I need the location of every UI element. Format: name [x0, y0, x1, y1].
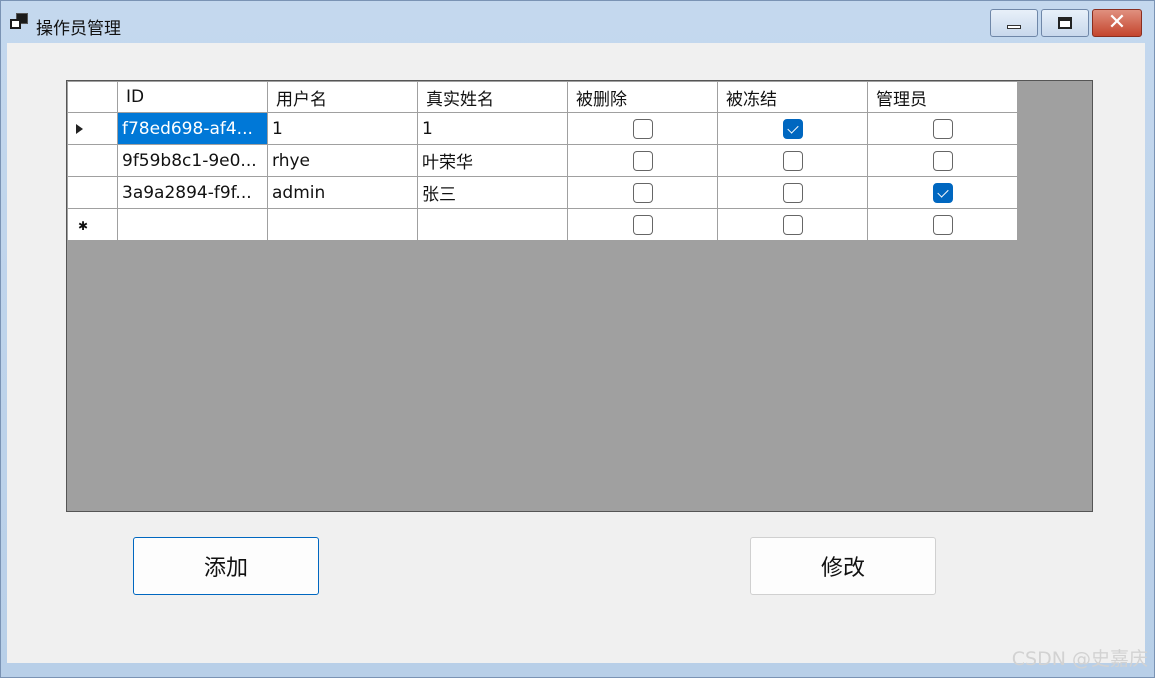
column-header-deleted[interactable]: 被删除	[567, 81, 718, 113]
admin-cell	[867, 208, 1018, 241]
username-cell[interactable]: 1	[267, 112, 418, 145]
column-header-admin[interactable]: 管理员	[867, 81, 1018, 113]
admin-cell	[867, 176, 1018, 209]
realname-cell[interactable]	[417, 208, 568, 241]
realname-cell[interactable]: 张三	[417, 176, 568, 209]
deleted-checkbox[interactable]	[632, 182, 653, 203]
admin-cell	[867, 144, 1018, 177]
row-header[interactable]: ✱	[67, 208, 118, 241]
id-cell[interactable]: f78ed698-af4...	[117, 112, 268, 145]
username-cell[interactable]: rhye	[267, 144, 418, 177]
title-bar[interactable]: 操作员管理 ✕	[1, 1, 1154, 43]
deleted-cell	[567, 112, 718, 145]
admin-checkbox[interactable]	[932, 182, 953, 203]
grid-body: f78ed698-af4... 1 1 9f59b8c1-9e0... rhye 叶荣华 3…	[67, 112, 1018, 241]
admin-checkbox[interactable]	[932, 150, 953, 171]
frozen-checkbox[interactable]	[782, 182, 803, 203]
column-header-id[interactable]: ID	[117, 81, 268, 113]
grid-table: ID 用户名 真实姓名 被删除 被冻结 管理员 f78ed698-af4... 1…	[67, 81, 1018, 241]
frozen-cell	[717, 112, 868, 145]
id-cell[interactable]: 9f59b8c1-9e0...	[117, 144, 268, 177]
deleted-checkbox[interactable]	[632, 118, 653, 139]
realname-cell[interactable]: 1	[417, 112, 568, 145]
admin-cell	[867, 112, 1018, 145]
close-icon: ✕	[1107, 10, 1127, 35]
frozen-checkbox[interactable]	[782, 150, 803, 171]
column-header-username[interactable]: 用户名	[267, 81, 418, 113]
edit-button[interactable]: 修改	[750, 537, 936, 595]
table-row[interactable]: f78ed698-af4... 1 1	[67, 112, 1018, 145]
frozen-cell	[717, 176, 868, 209]
table-row[interactable]: ✱	[67, 208, 1018, 241]
window-title: 操作员管理	[36, 19, 121, 39]
close-button[interactable]: ✕	[1092, 9, 1142, 37]
id-cell[interactable]	[117, 208, 268, 241]
form-client-area: ID 用户名 真实姓名 被删除 被冻结 管理员 f78ed698-af4... 1…	[7, 43, 1145, 663]
column-header-realname[interactable]: 真实姓名	[417, 81, 568, 113]
frozen-checkbox[interactable]	[782, 214, 803, 235]
username-cell[interactable]: admin	[267, 176, 418, 209]
frozen-cell	[717, 144, 868, 177]
minimize-icon	[1007, 25, 1021, 29]
deleted-cell	[567, 208, 718, 241]
admin-checkbox[interactable]	[932, 118, 953, 139]
table-row[interactable]: 3a9a2894-f9f... admin 张三	[67, 176, 1018, 209]
row-header[interactable]	[67, 112, 118, 145]
operator-data-grid[interactable]: ID 用户名 真实姓名 被删除 被冻结 管理员 f78ed698-af4... 1…	[66, 80, 1093, 512]
table-row[interactable]: 9f59b8c1-9e0... rhye 叶荣华	[67, 144, 1018, 177]
add-button[interactable]: 添加	[133, 537, 319, 595]
current-row-arrow-icon	[76, 123, 83, 134]
deleted-cell	[567, 144, 718, 177]
frozen-cell	[717, 208, 868, 241]
minimize-button[interactable]	[990, 9, 1038, 37]
row-header-corner[interactable]	[67, 81, 118, 113]
operator-management-window: 操作员管理 ✕ ID 用户名 真实姓名 被删除 被冻结 管理员 f78ed698…	[0, 0, 1155, 678]
maximize-button[interactable]	[1041, 9, 1089, 37]
frozen-checkbox[interactable]	[782, 118, 803, 139]
admin-checkbox[interactable]	[932, 214, 953, 235]
new-row-star-icon: ✱	[78, 218, 89, 233]
maximize-icon	[1058, 17, 1072, 29]
watermark: CSDN @史嘉庆	[1011, 648, 1148, 670]
id-cell[interactable]: 3a9a2894-f9f...	[117, 176, 268, 209]
app-window-icon[interactable]	[10, 13, 30, 31]
realname-cell[interactable]: 叶荣华	[417, 144, 568, 177]
row-header[interactable]	[67, 176, 118, 209]
deleted-checkbox[interactable]	[632, 150, 653, 171]
username-cell[interactable]	[267, 208, 418, 241]
window-controls: ✕	[990, 9, 1142, 37]
column-header-frozen[interactable]: 被冻结	[717, 81, 868, 113]
row-header[interactable]	[67, 144, 118, 177]
deleted-cell	[567, 176, 718, 209]
deleted-checkbox[interactable]	[632, 214, 653, 235]
grid-header-row: ID 用户名 真实姓名 被删除 被冻结 管理员	[67, 81, 1018, 113]
